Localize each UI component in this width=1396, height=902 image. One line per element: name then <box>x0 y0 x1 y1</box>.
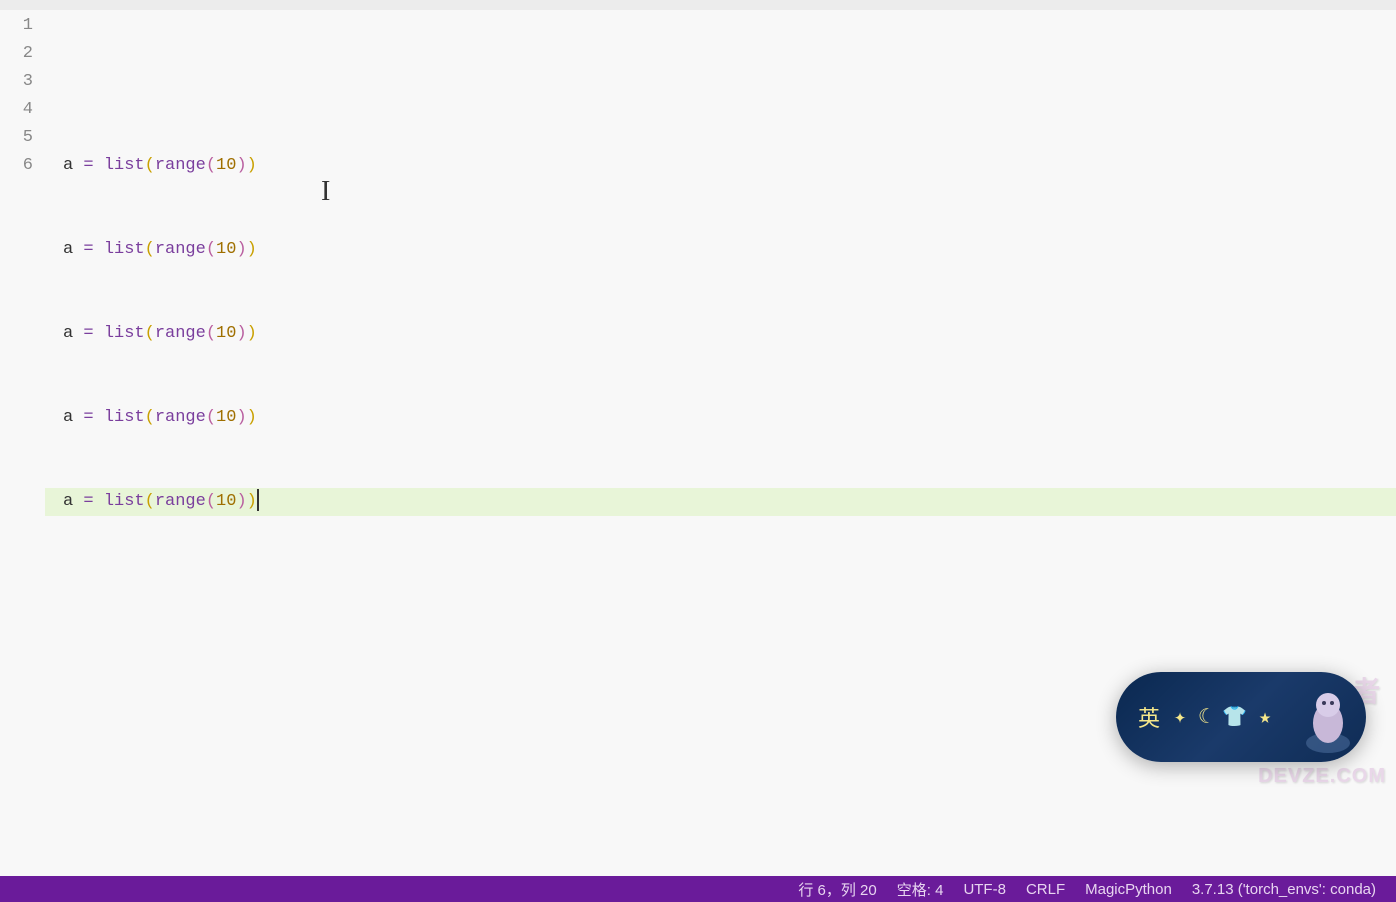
watermark-url: DEVZE.COM <box>1258 762 1386 790</box>
line-number: 2 <box>0 40 33 68</box>
ime-mode-button[interactable]: 英 <box>1138 701 1160 733</box>
star-icon[interactable]: ★ <box>1259 704 1271 730</box>
code-line[interactable]: a = list(range(10)) <box>45 152 1396 180</box>
moon-icon[interactable]: ☾ <box>1198 704 1210 730</box>
line-number: 5 <box>0 124 33 152</box>
mouse-cursor-icon: I <box>321 178 330 206</box>
code-line-active[interactable]: a = list(range(10)) <box>45 488 1396 516</box>
line-number-gutter: 1 2 3 4 5 6 <box>0 10 45 876</box>
status-encoding[interactable]: UTF-8 <box>953 881 1016 898</box>
status-language[interactable]: MagicPython <box>1075 881 1182 898</box>
sparkle-icon[interactable]: ✦ <box>1174 704 1186 730</box>
line-number: 4 <box>0 96 33 124</box>
tab-bar <box>0 0 1396 10</box>
code-line[interactable]: a = list(range(10)) <box>45 236 1396 264</box>
shirt-icon[interactable]: 👕 <box>1222 704 1247 730</box>
status-line-col[interactable]: 行 6，列 20 <box>788 879 886 900</box>
text-cursor <box>257 489 259 511</box>
ime-toolbar[interactable]: 英 ✦ ☾ 👕 ★ <box>1116 672 1366 762</box>
status-bar: 行 6，列 20 空格: 4 UTF-8 CRLF MagicPython 3.… <box>0 876 1396 902</box>
code-line[interactable] <box>45 68 1396 96</box>
line-number: 6 <box>0 152 33 180</box>
status-eol[interactable]: CRLF <box>1016 881 1075 898</box>
line-number: 3 <box>0 68 33 96</box>
status-interpreter[interactable]: 3.7.13 ('torch_envs': conda) <box>1182 881 1386 898</box>
code-line[interactable]: a = list(range(10)) <box>45 320 1396 348</box>
code-line[interactable]: a = list(range(10)) <box>45 404 1396 432</box>
status-indent[interactable]: 空格: 4 <box>887 879 954 900</box>
line-number: 1 <box>0 12 33 40</box>
ime-mascot-icon <box>1298 683 1358 758</box>
